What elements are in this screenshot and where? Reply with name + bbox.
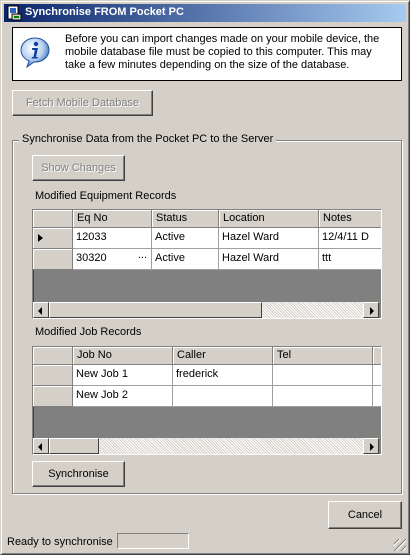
column-header-job-no[interactable]: Job No — [73, 347, 173, 365]
cell-value: 30320 — [76, 252, 107, 264]
row-header[interactable] — [33, 228, 73, 249]
current-row-arrow-icon — [38, 234, 43, 242]
table-cell[interactable]: New Job 1 — [73, 365, 173, 386]
table-cell[interactable] — [173, 386, 273, 407]
table-cell[interactable]: Hazel Ward — [219, 249, 319, 270]
app-icon — [7, 5, 22, 21]
equipment-horizontal-scrollbar[interactable] — [33, 302, 379, 318]
column-header-location[interactable]: Location — [219, 210, 319, 228]
table-cell[interactable]: Active — [152, 249, 219, 270]
grid-corner-header — [33, 347, 73, 365]
show-changes-button[interactable]: Show Changes — [32, 155, 125, 181]
resize-grip-icon[interactable] — [394, 539, 406, 551]
table-cell[interactable] — [373, 386, 381, 407]
table-cell[interactable]: ttt — [319, 249, 381, 270]
synchronise-button[interactable]: Synchronise — [32, 461, 125, 487]
row-header[interactable] — [33, 386, 73, 407]
grid-corner-header — [33, 210, 73, 228]
table-cell[interactable]: frederick — [173, 365, 273, 386]
scroll-left-button[interactable] — [33, 438, 49, 454]
row-header[interactable] — [33, 249, 73, 270]
row-header[interactable] — [33, 365, 73, 386]
table-cell[interactable]: New Job 2 — [73, 386, 173, 407]
table-cell[interactable]: Hazel Ward — [219, 228, 319, 249]
table-cell[interactable]: 30320 ... — [73, 249, 152, 270]
status-progress-panel — [117, 533, 189, 549]
table-cell[interactable] — [373, 365, 381, 386]
scroll-left-button[interactable] — [33, 302, 49, 318]
column-header-status[interactable]: Status — [152, 210, 219, 228]
arrow-right-icon — [370, 443, 374, 451]
fetch-mobile-database-button[interactable]: Fetch Mobile Database — [12, 90, 153, 116]
column-header-caller[interactable]: Caller — [173, 347, 273, 365]
table-cell[interactable]: Active — [152, 228, 219, 249]
cancel-button[interactable]: Cancel — [328, 501, 402, 529]
table-cell[interactable]: 12/4/11 D — [319, 228, 381, 249]
info-icon — [20, 37, 50, 68]
column-header-partial — [373, 347, 381, 365]
table-cell[interactable]: 12033 — [73, 228, 152, 249]
arrow-right-icon — [370, 307, 374, 315]
status-text: Ready to synchronise — [7, 536, 113, 548]
arrow-left-icon — [38, 307, 42, 315]
scroll-right-button[interactable] — [363, 438, 379, 454]
arrow-left-icon — [38, 443, 42, 451]
column-header-tel[interactable]: Tel — [273, 347, 373, 365]
table-cell[interactable] — [273, 386, 373, 407]
info-message: Before you can import changes made on yo… — [65, 33, 380, 71]
title-bar: Synchronise FROM Pocket PC — [4, 4, 406, 22]
column-header-notes[interactable]: Notes — [319, 210, 381, 228]
jobs-horizontal-scrollbar[interactable] — [33, 438, 379, 454]
equipment-records-label: Modified Equipment Records — [35, 190, 177, 202]
jobs-grid[interactable]: Job No Caller Tel New Job 1 frederick Ne… — [32, 346, 382, 455]
scroll-right-button[interactable] — [363, 302, 379, 318]
scroll-thumb[interactable] — [49, 438, 99, 454]
equipment-grid[interactable]: Eq No Status Location Notes 12033 Active… — [32, 209, 382, 319]
column-header-eq-no[interactable]: Eq No — [73, 210, 152, 228]
table-cell[interactable] — [273, 365, 373, 386]
window-title: Synchronise FROM Pocket PC — [25, 6, 184, 18]
info-panel: Before you can import changes made on yo… — [12, 27, 402, 81]
sync-window: Synchronise FROM Pocket PC Before you ca… — [0, 0, 410, 555]
sync-group-title: Synchronise Data from the Pocket PC to t… — [19, 133, 277, 145]
job-records-label: Modified Job Records — [35, 326, 142, 338]
cell-ellipsis-button[interactable]: ... — [138, 249, 147, 265]
scroll-thumb[interactable] — [49, 302, 262, 318]
